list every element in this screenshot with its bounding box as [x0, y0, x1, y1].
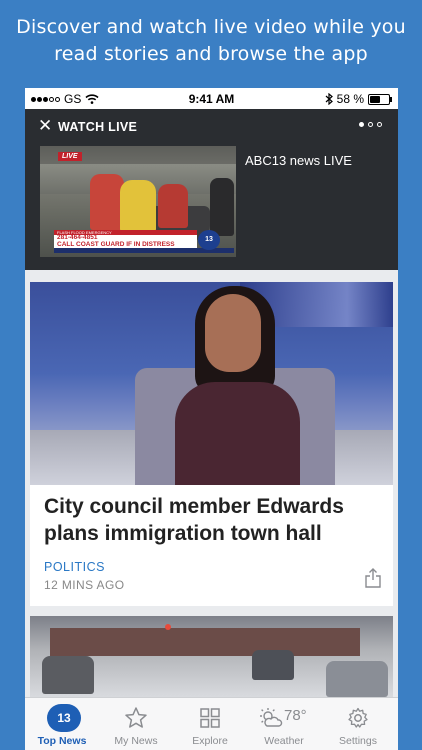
image-scene — [50, 628, 360, 656]
tab-label: Weather — [264, 735, 304, 747]
abc13-logo-icon: 13 — [47, 704, 81, 732]
tab-explore[interactable]: Explore — [173, 698, 247, 750]
weather-temp: 78° — [284, 707, 307, 724]
pager-dots[interactable] — [359, 122, 382, 127]
status-bar: GS 9:41 AM 58 % — [25, 88, 398, 109]
story-time: 12 MINS AGO — [44, 578, 125, 592]
close-icon[interactable]: ✕ — [38, 117, 52, 135]
tab-bar: 13 Top News My News Explore 78° Weather … — [25, 697, 398, 750]
story-category[interactable]: POLITICS — [44, 560, 105, 574]
phone-screen: GS 9:41 AM 58 % ✕ WATCH LIVE LIVE FLASH … — [25, 88, 398, 750]
pager-dot[interactable] — [359, 122, 364, 127]
image-scene — [326, 661, 388, 697]
sun-cloud-icon — [260, 708, 283, 727]
tab-label: Explore — [192, 735, 228, 747]
promo-line-1: Discover and watch live video while you — [16, 16, 406, 38]
tab-label: Top News — [37, 735, 87, 747]
live-badge: LIVE — [58, 152, 82, 161]
pager-dot[interactable] — [368, 122, 373, 127]
battery-percent: 58 % — [336, 92, 364, 106]
promo-line-2: read stories and browse the app — [54, 43, 368, 65]
status-right: 58 % — [325, 92, 392, 106]
gear-icon — [348, 707, 368, 728]
image-scene — [252, 650, 294, 680]
star-icon — [125, 707, 147, 728]
video-scene — [90, 174, 124, 230]
image-scene — [42, 656, 94, 694]
news-lower-third: FLASH FLOOD EMERGENCY 281-464-4851 CALL … — [40, 230, 236, 257]
share-icon[interactable] — [365, 568, 381, 588]
live-video-thumbnail[interactable]: LIVE FLASH FLOOD EMERGENCY 281-464-4851 … — [40, 146, 236, 257]
tab-my-news[interactable]: My News — [99, 698, 173, 750]
banner-main: 281-464-4851 CALL COAST GUARD IF IN DIST… — [54, 235, 197, 248]
story-title[interactable]: City council member Edwards plans immigr… — [44, 493, 384, 547]
watch-live-panel[interactable]: ✕ WATCH LIVE LIVE FLASH FLOOD EMERGENCY … — [25, 109, 398, 270]
anchor-face — [205, 294, 261, 372]
story-image[interactable] — [30, 282, 393, 485]
anchor-body — [175, 382, 300, 485]
bluetooth-icon — [325, 93, 333, 105]
abc13-logo: 13 — [198, 230, 220, 250]
pager-dot[interactable] — [377, 122, 382, 127]
tab-label: My News — [114, 735, 158, 747]
video-scene — [158, 184, 188, 228]
battery-fill — [370, 95, 380, 103]
video-scene — [120, 180, 156, 232]
tab-label: Settings — [339, 735, 377, 747]
tab-settings[interactable]: Settings — [321, 698, 395, 750]
tab-top-news[interactable]: 13 Top News — [25, 698, 99, 750]
promo-caption: Discover and watch live video while you … — [0, 14, 422, 68]
live-headline[interactable]: ABC13 news LIVE — [245, 153, 352, 168]
tab-weather[interactable]: 78° Weather — [247, 698, 321, 750]
watch-live-title: WATCH LIVE — [58, 120, 138, 134]
story-card[interactable]: City council member Edwards plans immigr… — [30, 282, 393, 606]
battery-icon — [368, 93, 392, 105]
grid-icon — [200, 708, 220, 728]
video-scene — [210, 178, 234, 236]
image-scene — [165, 624, 171, 630]
